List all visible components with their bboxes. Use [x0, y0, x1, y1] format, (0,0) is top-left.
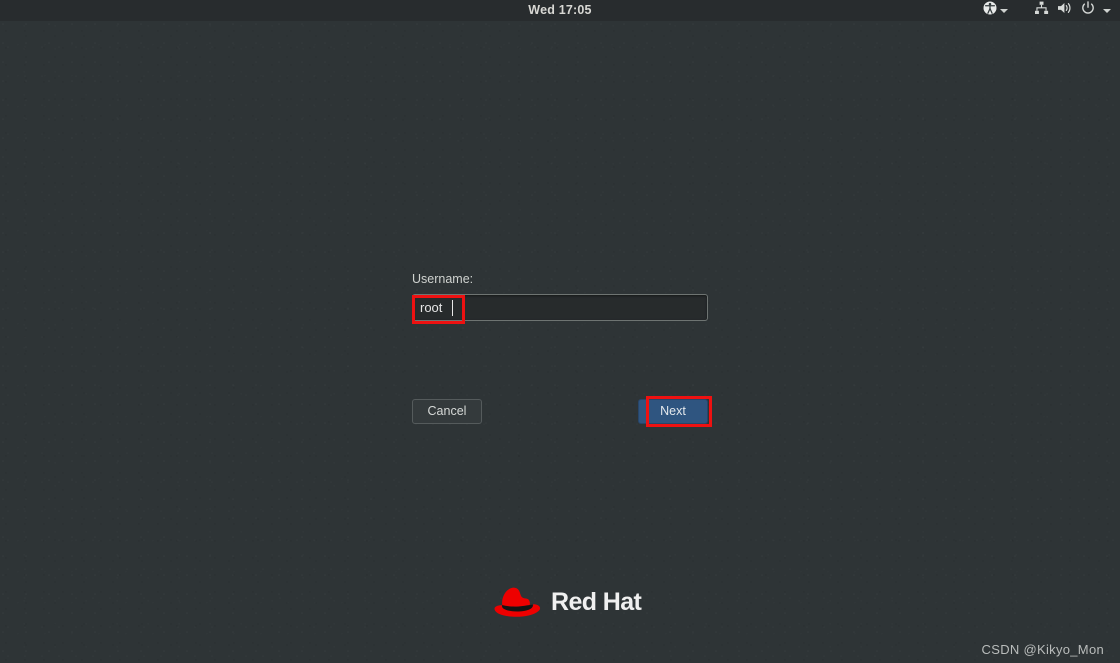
accessibility-menu-button[interactable]: [980, 0, 1011, 21]
username-input[interactable]: [412, 294, 708, 321]
chevron-down-icon: [1103, 8, 1111, 13]
username-input-wrapper: [412, 294, 708, 321]
volume-icon: [1057, 1, 1073, 20]
red-hat-logo: Red Hat: [492, 584, 642, 620]
top-panel: Wed 17:05: [0, 0, 1120, 21]
top-panel-status-area: [980, 0, 1114, 21]
watermark: CSDN @Kikyo_Mon: [981, 642, 1104, 657]
red-hat-wordmark: Red Hat: [551, 587, 642, 616]
network-icon: [1034, 1, 1049, 20]
red-hat-fedora-icon: [492, 584, 544, 620]
power-icon: [1081, 1, 1095, 20]
next-button[interactable]: Next: [638, 399, 708, 424]
system-menu-button[interactable]: [1031, 0, 1114, 21]
login-button-row: Cancel Next: [412, 399, 708, 424]
gnome-login-screen: Wed 17:05 Username: root Cancel Next Red…: [0, 0, 1120, 663]
clock[interactable]: Wed 17:05: [0, 0, 1120, 21]
login-form: Username:: [412, 272, 712, 321]
text-cursor: [452, 300, 453, 316]
cancel-button[interactable]: Cancel: [412, 399, 482, 424]
chevron-down-icon: [1000, 8, 1008, 13]
username-label: Username:: [412, 272, 474, 286]
accessibility-icon: [983, 1, 997, 20]
